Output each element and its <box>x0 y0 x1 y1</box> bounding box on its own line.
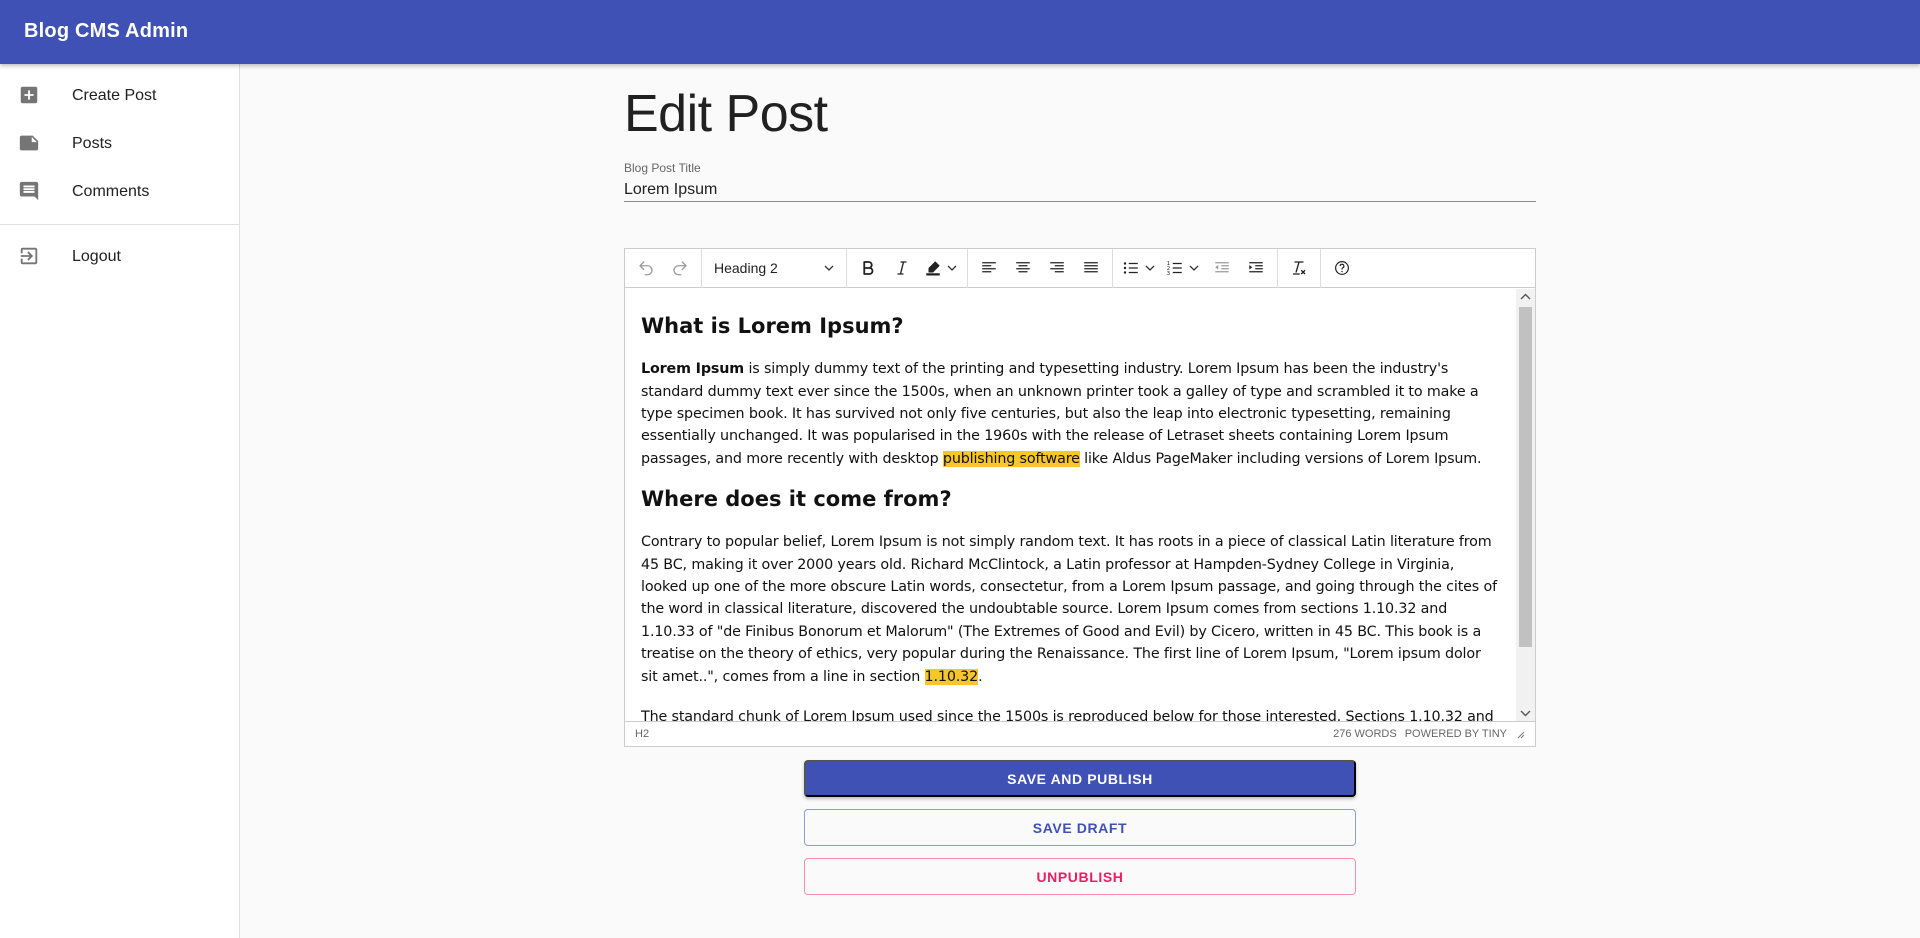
editor-toolbar: Heading 2 1 2 3 <box>625 248 1535 288</box>
scroll-down-icon[interactable] <box>1520 709 1531 717</box>
title-field-label: Blog Post Title <box>624 161 701 175</box>
italic-icon <box>897 261 907 275</box>
nav-label-posts: Posts <box>72 135 113 152</box>
editor-content[interactable]: What is Lorem Ipsum? Lorem Ipsum is simp… <box>625 289 1516 721</box>
outdent-icon <box>1215 262 1229 273</box>
nav-item-posts[interactable]: Posts <box>0 120 239 168</box>
content-heading: Where does it come from? <box>641 487 952 512</box>
bullet-list-button[interactable] <box>1117 251 1145 285</box>
numbered-list-icon: 123 <box>1167 261 1182 277</box>
svg-text:3: 3 <box>1167 271 1170 277</box>
note-icon <box>19 135 39 151</box>
format-group <box>847 248 968 288</box>
chevron-down-icon[interactable] <box>947 263 957 273</box>
chevron-down-icon[interactable] <box>1145 263 1155 273</box>
history-group <box>625 248 702 288</box>
save-and-publish-button[interactable]: SAVE AND PUBLISH <box>804 760 1356 797</box>
nav-item-logout[interactable]: Logout <box>0 233 239 281</box>
nav-label-comments: Comments <box>72 183 150 200</box>
align-center-icon <box>1016 262 1030 273</box>
highlighted-text: publishing software <box>942 450 1080 467</box>
numbered-list-split-button[interactable]: 123 <box>1161 251 1205 285</box>
indent-button[interactable] <box>1239 251 1273 285</box>
paragraph-text: like Aldus PageMaker including versions … <box>1079 450 1482 467</box>
paragraph-text: Contrary to popular belief, Lorem Ipsum … <box>641 534 1497 685</box>
add-box-icon <box>20 86 38 104</box>
element-path[interactable]: H2 <box>635 728 649 740</box>
align-left-icon <box>982 262 996 273</box>
content-paragraph: Contrary to popular belief, Lorem Ipsum … <box>641 531 1500 688</box>
rich-text-editor: Heading 2 1 2 3 What is Lorem Ipsum? Lor… <box>624 248 1536 747</box>
redo-button[interactable] <box>663 251 697 285</box>
bullet-list-split-button[interactable] <box>1117 251 1161 285</box>
bold-text: Lorem Ipsum <box>641 361 745 378</box>
align-left-button[interactable] <box>972 251 1006 285</box>
nav-divider <box>0 224 239 225</box>
clear-format-group <box>1278 248 1321 288</box>
nav-drawer: Create Post Posts Comments Logout <box>0 64 240 938</box>
editor-scrollbar[interactable] <box>1516 289 1535 721</box>
align-group <box>968 248 1113 288</box>
clear-formatting-button[interactable] <box>1282 251 1316 285</box>
title-input[interactable] <box>624 178 1536 202</box>
resize-handle-icon[interactable] <box>1515 729 1525 739</box>
highlight-color-split-button[interactable] <box>919 251 963 285</box>
scrollbar-thumb[interactable] <box>1519 307 1532 647</box>
bold-button[interactable] <box>851 251 885 285</box>
comment-icon <box>19 181 39 201</box>
editor-statusbar: H2 276 WORDS POWERED BY TINY <box>625 721 1535 746</box>
paragraph-text: . <box>978 668 983 685</box>
outdent-button[interactable] <box>1205 251 1239 285</box>
block-format-select[interactable]: Heading 2 <box>706 251 842 285</box>
bullet-list-icon <box>1123 262 1138 274</box>
chevron-down-icon[interactable] <box>1189 263 1199 273</box>
save-draft-button[interactable]: SAVE DRAFT <box>804 809 1356 846</box>
align-justify-icon <box>1084 262 1098 273</box>
help-group <box>1321 249 1363 288</box>
powered-by-link[interactable]: POWERED BY TINY <box>1405 728 1507 740</box>
unpublish-button[interactable]: UNPUBLISH <box>804 858 1356 895</box>
nav-item-comments[interactable]: Comments <box>0 168 239 216</box>
redo-icon <box>673 261 687 276</box>
list-group: 123 <box>1113 248 1278 288</box>
bold-icon <box>863 261 874 275</box>
highlighter-icon <box>926 261 940 276</box>
status-right: 276 WORDS POWERED BY TINY <box>1333 728 1525 740</box>
highlighted-text: 1.10.32 <box>924 668 979 685</box>
nav-item-create-post[interactable]: Create Post <box>0 72 239 120</box>
logout-icon <box>20 247 38 265</box>
page-title: Edit Post <box>624 85 828 143</box>
nav-label-create-post: Create Post <box>72 87 157 104</box>
app-bar: Blog CMS Admin <box>0 0 1920 64</box>
align-center-button[interactable] <box>1006 251 1040 285</box>
align-right-icon <box>1050 262 1064 273</box>
indent-icon <box>1249 262 1263 273</box>
block-format-label: Heading 2 <box>714 260 778 276</box>
chevron-down-icon <box>824 265 834 271</box>
content-paragraph: The standard chunk of Lorem Ipsum used s… <box>641 709 1494 721</box>
nav-label-logout: Logout <box>72 248 121 265</box>
word-count[interactable]: 276 WORDS <box>1333 728 1397 740</box>
help-icon <box>1335 261 1349 275</box>
justify-button[interactable] <box>1074 251 1108 285</box>
highlight-color-button[interactable] <box>919 251 947 285</box>
block-format-group: Heading 2 <box>702 248 847 288</box>
help-button[interactable] <box>1325 251 1359 285</box>
content-paragraph: Lorem Ipsum is simply dummy text of the … <box>641 358 1500 470</box>
clear-formatting-icon <box>1293 261 1306 275</box>
undo-icon <box>639 261 653 276</box>
numbered-list-button[interactable]: 123 <box>1161 251 1189 285</box>
italic-button[interactable] <box>885 251 919 285</box>
undo-button[interactable] <box>629 251 663 285</box>
align-right-button[interactable] <box>1040 251 1074 285</box>
content-heading: What is Lorem Ipsum? <box>641 314 904 338</box>
scroll-up-icon[interactable] <box>1520 293 1531 301</box>
app-title: Blog CMS Admin <box>24 20 189 42</box>
